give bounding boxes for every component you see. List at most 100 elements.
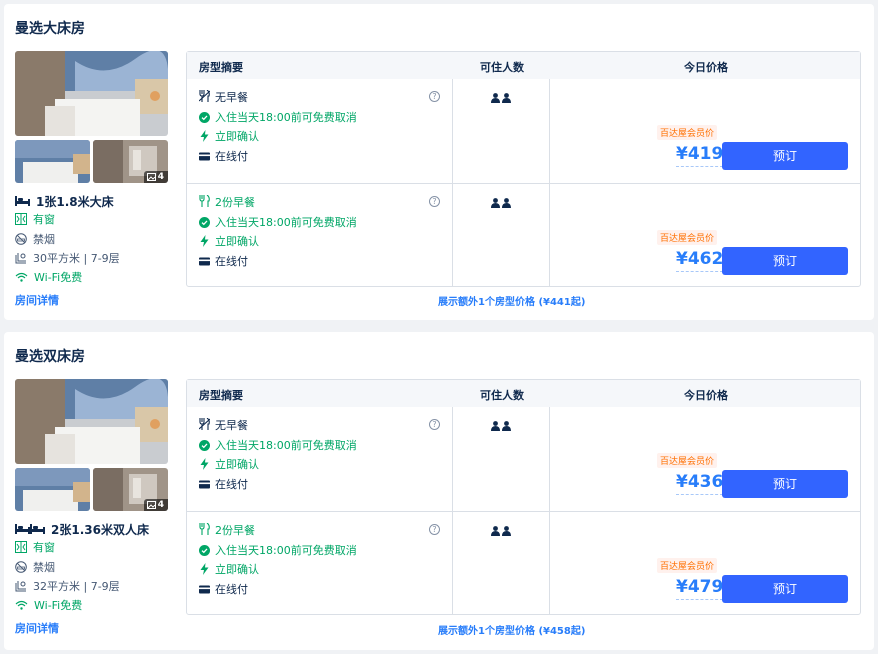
room-photo-main[interactable] — [15, 51, 168, 136]
confirm-label: 立即确认 — [215, 563, 259, 576]
column-divider — [549, 407, 550, 511]
rate-row: 无早餐 入住当天18:00前可免费取消 立即确认 在线付 ? 百达屋会员价 ¥4… — [187, 79, 860, 183]
person-icon — [502, 526, 511, 536]
policy-help-icon[interactable]: ? — [429, 196, 440, 207]
image-icon — [146, 501, 156, 509]
book-button[interactable]: 预订 — [722, 470, 848, 498]
person-icon — [491, 93, 500, 103]
confirm-info: 立即确认 — [199, 128, 259, 144]
cancel-policy[interactable]: 入住当天18:00前可免费取消 — [199, 214, 357, 230]
bed-icon — [15, 523, 30, 534]
more-rates-link[interactable]: 展示额外1个房型价格 (¥458起) — [438, 622, 585, 637]
card-icon — [199, 257, 210, 265]
cancel-label: 入住当天18:00前可免费取消 — [215, 216, 357, 229]
guest-capacity — [491, 421, 511, 431]
payment-info: 在线付 — [199, 476, 248, 492]
policy-help-icon[interactable]: ? — [429, 419, 440, 430]
window-icon — [15, 213, 27, 225]
more-rates-link[interactable]: 展示额外1个房型价格 (¥441起) — [438, 293, 585, 308]
wifi-icon — [15, 600, 28, 610]
header-price: 今日价格 — [684, 61, 728, 74]
bed-label: 2张1.36米双人床 — [51, 523, 149, 537]
member-price-badge: 百达屋会员价 — [657, 125, 718, 140]
image-icon — [146, 173, 156, 181]
wifi-info: Wi-Fi免费 — [15, 597, 82, 613]
room-photo-thumb[interactable]: 4 — [93, 140, 168, 183]
column-divider — [549, 79, 550, 183]
meal-icon — [199, 522, 210, 535]
lightning-icon — [200, 563, 209, 575]
rate-row: 无早餐 入住当天18:00前可免费取消 立即确认 在线付 ? 百达屋会员价 ¥4… — [187, 407, 860, 511]
room-price[interactable]: ¥419 — [676, 144, 724, 167]
check-circle-icon — [199, 111, 210, 123]
column-divider — [452, 512, 453, 615]
meal-info: 2份早餐 — [199, 522, 255, 538]
area-label: 30平方米 | 7-9层 — [33, 252, 120, 265]
payment-info: 在线付 — [199, 148, 248, 164]
window-label: 有窗 — [33, 213, 55, 226]
room-price[interactable]: ¥462 — [676, 249, 724, 272]
header-guests: 可住人数 — [480, 61, 524, 74]
card-icon — [199, 480, 210, 488]
room-price[interactable]: ¥436 — [676, 472, 724, 495]
window-info: 有窗 — [15, 211, 55, 227]
meal-label: 无早餐 — [215, 91, 248, 104]
meal-label: 无早餐 — [215, 419, 248, 432]
policy-help-icon[interactable]: ? — [429, 91, 440, 102]
column-divider — [549, 512, 550, 615]
cancel-label: 入住当天18:00前可免费取消 — [215, 544, 357, 557]
room-details-link[interactable]: 房间详情 — [15, 620, 59, 636]
header-price: 今日价格 — [684, 389, 728, 402]
room-details-link[interactable]: 房间详情 — [15, 292, 59, 308]
policy-help-icon[interactable]: ? — [429, 524, 440, 535]
no-smoking-icon — [15, 561, 27, 573]
guest-capacity — [491, 526, 511, 536]
cancel-policy[interactable]: 入住当天18:00前可免费取消 — [199, 109, 357, 125]
window-label: 有窗 — [33, 541, 55, 554]
bed-info: 2张1.36米双人床 — [15, 521, 149, 538]
check-circle-icon — [199, 544, 210, 556]
cancel-policy[interactable]: 入住当天18:00前可免费取消 — [199, 437, 357, 453]
room-photo-thumb[interactable] — [15, 468, 90, 511]
wifi-icon — [15, 272, 28, 282]
room-title: 曼选双床房 — [15, 349, 85, 365]
photo-count: 4 — [157, 172, 164, 182]
book-button[interactable]: 预订 — [722, 575, 848, 603]
person-icon — [491, 526, 500, 536]
bed-icon — [30, 523, 45, 534]
room-photo-thumb[interactable]: 4 — [93, 468, 168, 511]
card-icon — [199, 585, 210, 593]
column-divider — [452, 407, 453, 511]
rate-table: 房型摘要 可住人数 今日价格 无早餐 入住当天18:00前可免费取消 立即确认 … — [186, 51, 861, 287]
book-button[interactable]: 预订 — [722, 247, 848, 275]
smoking-info: 禁烟 — [15, 231, 55, 247]
card-icon — [199, 152, 210, 160]
room-card: 曼选大床房 4 1张1.8米大床 有窗 禁烟 30平方米 | 7-9层 Wi-F… — [4, 4, 874, 320]
check-circle-icon — [199, 216, 210, 228]
rate-table-header: 房型摘要 可住人数 今日价格 — [187, 52, 860, 79]
payment-label: 在线付 — [215, 255, 248, 268]
lightning-icon — [200, 130, 209, 142]
cancel-label: 入住当天18:00前可免费取消 — [215, 111, 357, 124]
cancel-policy[interactable]: 入住当天18:00前可免费取消 — [199, 542, 357, 558]
photo-count-badge[interactable]: 4 — [143, 499, 168, 511]
book-button[interactable]: 预订 — [722, 142, 848, 170]
photo-count-badge[interactable]: 4 — [143, 171, 168, 183]
area-icon — [15, 581, 26, 592]
room-photo-main[interactable] — [15, 379, 168, 464]
rate-row: 2份早餐 入住当天18:00前可免费取消 立即确认 在线付 ? 百达屋会员价 ¥… — [187, 511, 860, 615]
person-icon — [491, 198, 500, 208]
room-photo-thumb[interactable] — [15, 140, 90, 183]
rate-row: 2份早餐 入住当天18:00前可免费取消 立即确认 在线付 ? 百达屋会员价 ¥… — [187, 183, 860, 287]
window-info: 有窗 — [15, 539, 55, 555]
lightning-icon — [200, 458, 209, 470]
guest-capacity — [491, 93, 511, 103]
rate-table-header: 房型摘要 可住人数 今日价格 — [187, 380, 860, 407]
room-price[interactable]: ¥479 — [676, 577, 724, 600]
smoking-label: 禁烟 — [33, 233, 55, 246]
column-divider — [452, 79, 453, 183]
wifi-label: Wi-Fi免费 — [34, 271, 83, 284]
area-info: 30平方米 | 7-9层 — [15, 250, 120, 266]
cancel-label: 入住当天18:00前可免费取消 — [215, 439, 357, 452]
wifi-info: Wi-Fi免费 — [15, 269, 82, 285]
